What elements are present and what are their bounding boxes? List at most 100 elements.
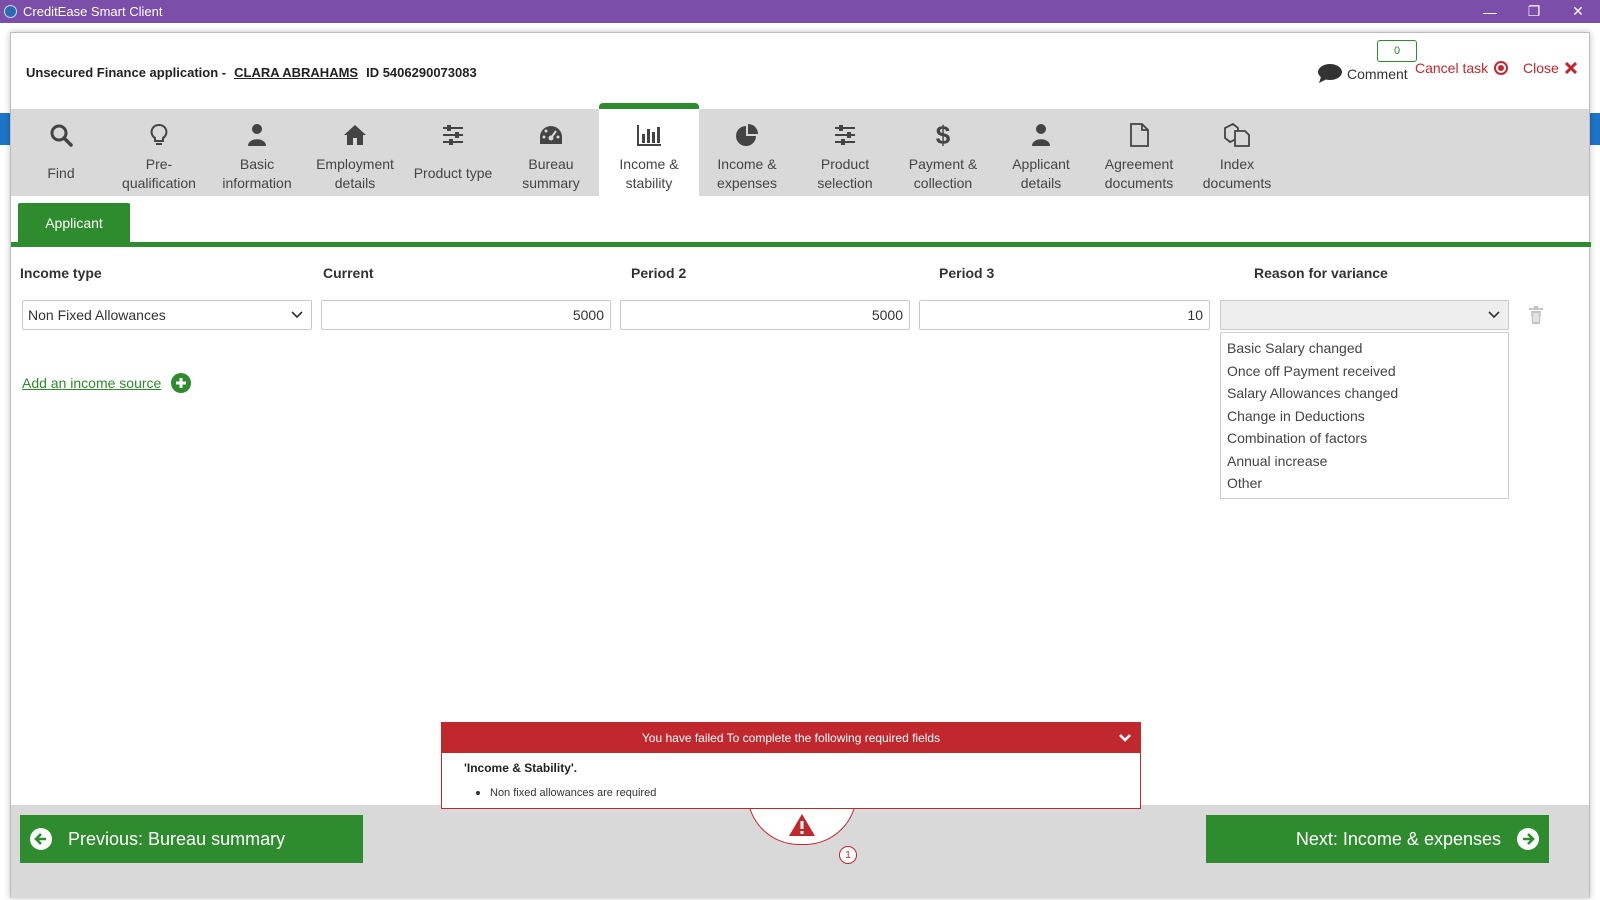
next-button[interactable]: Next: Income & expenses xyxy=(1206,815,1549,863)
next-label: Next: Income & expenses xyxy=(1295,828,1501,849)
comment-button[interactable]: 0 Comment xyxy=(1313,39,1417,84)
application-modal: Unsecured Finance application - CLARA AB… xyxy=(10,32,1591,898)
error-item: Non fixed allowances are required xyxy=(476,787,656,799)
reason-option[interactable]: Other xyxy=(1221,472,1508,495)
divider xyxy=(11,242,1591,247)
arrow-right-icon xyxy=(1517,828,1539,850)
reason-options-list: Basic Salary changed Once off Payment re… xyxy=(1220,332,1509,499)
close-button[interactable]: Close xyxy=(1523,60,1577,76)
close-icon xyxy=(1564,62,1577,74)
chevron-down-icon[interactable] xyxy=(1118,731,1132,745)
tab-basic-information[interactable]: Basic information xyxy=(207,109,307,196)
tab-payment-collection[interactable]: $ Payment & collection xyxy=(893,109,993,196)
stop-circle-icon xyxy=(1494,61,1509,75)
period-2-amount-value: 5000 xyxy=(871,307,903,323)
tab-agreement-documents[interactable]: Agreement documents xyxy=(1089,109,1189,196)
tab-label: Agreement documents xyxy=(1104,156,1174,191)
window-controls: — ❐ ✕ xyxy=(1468,0,1600,23)
backdrop-strip xyxy=(0,113,10,145)
reason-option[interactable]: Annual increase xyxy=(1221,450,1508,473)
tab-employment-details[interactable]: Employment details xyxy=(305,109,405,196)
restore-icon[interactable]: ❐ xyxy=(1512,0,1556,23)
tab-label: Product type xyxy=(413,165,493,181)
tab-label: Income & stability xyxy=(619,156,679,191)
application-label: Unsecured Finance application - xyxy=(26,65,227,80)
backdrop-strip xyxy=(1590,113,1600,145)
reason-option[interactable]: Once off Payment received xyxy=(1221,360,1508,383)
income-type-value: Non Fixed Allowances xyxy=(28,307,166,323)
person-icon xyxy=(247,121,267,149)
reason-option[interactable]: Combination of factors xyxy=(1221,427,1508,450)
reason-option[interactable]: Salary Allowances changed xyxy=(1221,382,1508,405)
tab-label: Income & expenses xyxy=(717,156,777,191)
cancel-task-button[interactable]: Cancel task xyxy=(1415,60,1509,76)
bullet xyxy=(476,791,480,795)
close-window-icon[interactable]: ✕ xyxy=(1556,0,1600,23)
current-amount-value: 5000 xyxy=(572,307,604,323)
header-period-2: Period 2 xyxy=(631,265,687,281)
tab-pre-qualification[interactable]: Pre-qualification xyxy=(109,109,209,196)
comment-count-badge: 0 xyxy=(1377,40,1417,62)
tab-income-stability[interactable]: Income & stability xyxy=(599,103,699,196)
header-period-3: Period 3 xyxy=(939,265,995,281)
dashboard-icon xyxy=(538,121,564,149)
tab-label: Employment details xyxy=(316,156,394,191)
tab-bureau-summary[interactable]: Bureau summary xyxy=(501,109,601,196)
trash-icon[interactable] xyxy=(1528,306,1544,324)
app-icon xyxy=(4,5,17,18)
previous-button[interactable]: Previous: Bureau summary xyxy=(20,815,363,863)
tab-label: Pre-qualification xyxy=(122,156,196,191)
pie-chart-icon xyxy=(735,121,759,149)
bar-chart-icon xyxy=(636,121,662,149)
tab-find[interactable]: Find xyxy=(11,109,111,196)
header-income-type: Income type xyxy=(20,265,102,281)
tab-label: Basic information xyxy=(222,156,292,191)
document-icon xyxy=(1129,121,1149,149)
period-3-amount-value: 10 xyxy=(1187,307,1203,323)
tab-product-type[interactable]: Product type xyxy=(403,109,503,196)
tab-label: Payment & collection xyxy=(908,156,978,191)
chevron-down-icon xyxy=(1488,311,1500,319)
error-item-text: Non fixed allowances are required xyxy=(490,787,657,799)
header-current: Current xyxy=(323,265,374,281)
plus-circle-icon[interactable] xyxy=(171,373,192,393)
reason-option[interactable]: Change in Deductions xyxy=(1221,405,1508,428)
current-amount-input[interactable]: 5000 xyxy=(321,300,611,330)
warning-count-badge: 1 xyxy=(839,846,857,864)
warning-icon xyxy=(789,814,815,836)
add-income-source[interactable]: Add an income source xyxy=(22,373,192,393)
tab-income-expenses[interactable]: Income & expenses xyxy=(697,109,797,196)
person-icon xyxy=(1031,121,1051,149)
cancel-task-label: Cancel task xyxy=(1415,60,1489,76)
tab-label: Find xyxy=(47,165,75,181)
income-type-select[interactable]: Non Fixed Allowances xyxy=(22,300,312,330)
applicant-name-link[interactable]: CLARA ABRAHAMS xyxy=(234,65,358,80)
period-3-amount-input[interactable]: 10 xyxy=(919,300,1210,330)
tab-product-selection[interactable]: Product selection xyxy=(795,109,895,196)
validation-error-panel: You have failed To complete the followin… xyxy=(441,722,1141,809)
period-2-amount-input[interactable]: 5000 xyxy=(620,300,910,330)
window-titlebar: CreditEase Smart Client — ❐ ✕ xyxy=(0,0,1600,23)
reason-for-variance-select[interactable] xyxy=(1220,300,1509,330)
tab-index-documents[interactable]: Index documents xyxy=(1187,109,1287,196)
chevron-down-icon xyxy=(291,311,303,319)
step-navigation: Find Pre-qualification Basic information … xyxy=(11,103,1589,196)
home-icon xyxy=(343,121,367,149)
reason-option[interactable]: Basic Salary changed xyxy=(1221,337,1508,360)
window-title: CreditEase Smart Client xyxy=(23,4,163,19)
comment-icon xyxy=(1318,64,1342,83)
tab-applicant-details[interactable]: Applicant details xyxy=(991,109,1091,196)
close-label: Close xyxy=(1523,60,1559,76)
add-income-source-link[interactable]: Add an income source xyxy=(22,375,161,391)
error-section-title: 'Income & Stability'. xyxy=(464,761,578,775)
lightbulb-icon xyxy=(150,121,168,149)
documents-icon xyxy=(1224,121,1250,149)
minimize-icon[interactable]: — xyxy=(1468,0,1512,23)
error-heading: You have failed To complete the followin… xyxy=(641,731,941,745)
tab-applicant[interactable]: Applicant xyxy=(18,203,130,243)
sliders-icon xyxy=(442,121,464,149)
error-panel-header[interactable]: You have failed To complete the followin… xyxy=(442,723,1140,753)
modal-header: Unsecured Finance application - CLARA AB… xyxy=(11,33,1589,109)
tab-label: Bureau summary xyxy=(522,156,580,191)
tab-label: Applicant details xyxy=(1012,156,1070,191)
